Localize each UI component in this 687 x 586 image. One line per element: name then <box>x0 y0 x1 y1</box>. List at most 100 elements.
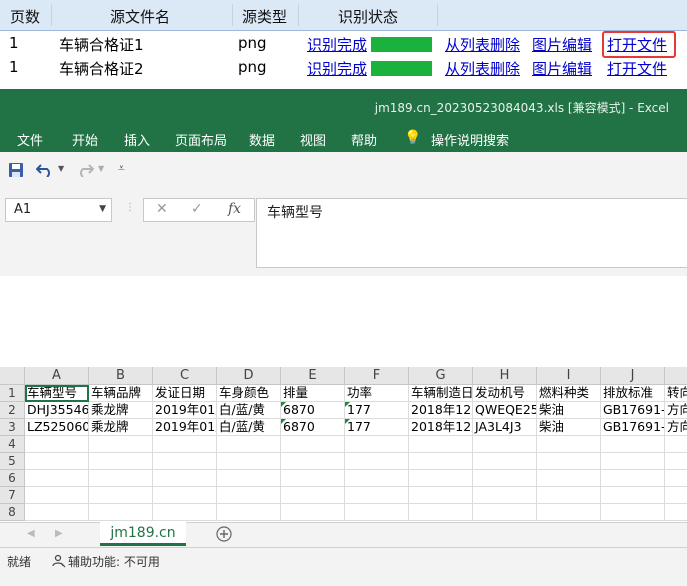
column-header[interactable]: B <box>89 367 153 385</box>
spreadsheet-cell[interactable] <box>473 504 537 521</box>
spreadsheet-cell[interactable]: 发证日期 <box>153 385 217 402</box>
redo-icon[interactable] <box>76 161 95 181</box>
spreadsheet-cell[interactable]: 乘龙牌 <box>89 419 153 436</box>
spreadsheet-cell[interactable]: 车辆制造日 <box>409 385 473 402</box>
spreadsheet-cell[interactable] <box>217 470 281 487</box>
spreadsheet-cell[interactable]: 177 <box>345 402 409 419</box>
status-accessibility[interactable]: 辅助功能: 不可用 <box>68 553 160 570</box>
spreadsheet-cell[interactable] <box>409 436 473 453</box>
spreadsheet-cell[interactable] <box>537 436 601 453</box>
row-header[interactable]: 2 <box>0 402 25 419</box>
spreadsheet-cell[interactable]: 乘龙牌 <box>89 402 153 419</box>
spreadsheet-cell[interactable]: LZ5250606 <box>25 419 89 436</box>
spreadsheet-cell[interactable]: 排放标准 <box>601 385 665 402</box>
enter-icon[interactable]: ✓ <box>191 201 203 217</box>
spreadsheet-cell[interactable]: 2019年01月 <box>153 402 217 419</box>
spreadsheet-cell[interactable] <box>89 436 153 453</box>
spreadsheet-cell[interactable]: 柴油 <box>537 402 601 419</box>
spreadsheet-cell[interactable]: 白/蓝/黄 <box>217 402 281 419</box>
tab-page-layout[interactable]: 页面布局 <box>175 130 227 149</box>
spreadsheet-cell[interactable] <box>409 470 473 487</box>
formula-input[interactable]: 车辆型号 <box>256 198 687 268</box>
spreadsheet-cell[interactable] <box>281 470 345 487</box>
row-header[interactable]: 8 <box>0 504 25 521</box>
sheet-tab[interactable]: jm189.cn <box>100 522 186 546</box>
column-header[interactable]: I <box>537 367 601 385</box>
cancel-icon[interactable]: ✕ <box>156 201 168 217</box>
column-header[interactable]: D <box>217 367 281 385</box>
row-header[interactable]: 4 <box>0 436 25 453</box>
spreadsheet-cell[interactable] <box>665 470 687 487</box>
chevron-down-icon[interactable]: ▼ <box>98 164 104 173</box>
spreadsheet-cell[interactable]: 转向形 <box>665 385 687 402</box>
row-header[interactable]: 6 <box>0 470 25 487</box>
add-sheet-icon[interactable] <box>216 526 232 546</box>
select-all-corner[interactable] <box>0 367 25 385</box>
remove-from-list-link[interactable]: 从列表删除 <box>445 34 520 55</box>
spreadsheet-cell[interactable]: 6870 <box>281 419 345 436</box>
row-header[interactable]: 3 <box>0 419 25 436</box>
spreadsheet-cell[interactable] <box>25 504 89 521</box>
tab-data[interactable]: 数据 <box>249 130 275 149</box>
spreadsheet-grid[interactable]: ABCDEFGHIJKL1车辆型号车辆品牌发证日期车身颜色排量功率车辆制造日发动… <box>0 367 687 522</box>
spreadsheet-cell[interactable]: 燃料种类 <box>537 385 601 402</box>
column-header[interactable]: H <box>473 367 537 385</box>
spreadsheet-cell[interactable] <box>409 453 473 470</box>
spreadsheet-cell[interactable]: 发动机号 <box>473 385 537 402</box>
spreadsheet-cell[interactable] <box>345 436 409 453</box>
spreadsheet-cell[interactable] <box>601 453 665 470</box>
spreadsheet-cell[interactable]: 2018年12月 <box>409 419 473 436</box>
spreadsheet-cell[interactable] <box>665 436 687 453</box>
tab-view[interactable]: 视图 <box>300 130 326 149</box>
spreadsheet-cell[interactable] <box>409 504 473 521</box>
spreadsheet-cell[interactable]: 2019年01月 <box>153 419 217 436</box>
column-header[interactable]: K <box>665 367 687 385</box>
row-header[interactable]: 5 <box>0 453 25 470</box>
spreadsheet-cell[interactable] <box>537 504 601 521</box>
spreadsheet-cell[interactable]: GB17691-2 <box>601 402 665 419</box>
spreadsheet-cell[interactable]: 柴油 <box>537 419 601 436</box>
undo-icon[interactable] <box>35 161 54 181</box>
column-header[interactable]: A <box>25 367 89 385</box>
row-header[interactable]: 1 <box>0 385 25 402</box>
spreadsheet-cell[interactable]: 车身颜色 <box>217 385 281 402</box>
function-icon[interactable]: fx <box>228 201 241 217</box>
accessibility-icon[interactable] <box>52 553 66 572</box>
spreadsheet-cell[interactable] <box>665 453 687 470</box>
spreadsheet-cell[interactable] <box>153 470 217 487</box>
tab-insert[interactable]: 插入 <box>124 130 150 149</box>
spreadsheet-cell[interactable] <box>601 504 665 521</box>
open-file-link[interactable]: 打开文件 <box>607 34 667 55</box>
spreadsheet-cell[interactable] <box>281 436 345 453</box>
spreadsheet-cell[interactable] <box>345 504 409 521</box>
tab-home[interactable]: 开始 <box>72 130 98 149</box>
spreadsheet-cell[interactable] <box>473 453 537 470</box>
spreadsheet-cell[interactable]: DHJ355460 <box>25 402 89 419</box>
column-header[interactable]: G <box>409 367 473 385</box>
column-header[interactable]: C <box>153 367 217 385</box>
spreadsheet-cell[interactable] <box>217 453 281 470</box>
tab-file[interactable]: 文件 <box>17 130 43 149</box>
spreadsheet-cell[interactable]: 车辆品牌 <box>89 385 153 402</box>
spreadsheet-cell[interactable] <box>89 453 153 470</box>
spreadsheet-cell[interactable] <box>217 436 281 453</box>
spreadsheet-cell[interactable]: 方向盘 <box>665 402 687 419</box>
spreadsheet-cell[interactable]: 排量 <box>281 385 345 402</box>
spreadsheet-cell[interactable]: JA3L4J3 <box>473 419 537 436</box>
spreadsheet-cell[interactable] <box>345 470 409 487</box>
spreadsheet-cell[interactable]: QWEQE25 <box>473 402 537 419</box>
chevron-left-icon[interactable]: ◀ <box>27 528 35 539</box>
spreadsheet-cell[interactable] <box>25 453 89 470</box>
spreadsheet-cell[interactable] <box>89 504 153 521</box>
spreadsheet-cell[interactable] <box>217 504 281 521</box>
spreadsheet-cell[interactable] <box>281 453 345 470</box>
image-edit-link[interactable]: 图片编辑 <box>532 58 592 79</box>
spreadsheet-cell[interactable] <box>601 436 665 453</box>
spreadsheet-cell[interactable]: 2018年12月 <box>409 402 473 419</box>
lightbulb-icon[interactable]: 💡 <box>404 130 421 146</box>
chevron-right-icon[interactable]: ▶ <box>55 528 63 539</box>
spreadsheet-cell[interactable]: 177 <box>345 419 409 436</box>
column-header[interactable]: E <box>281 367 345 385</box>
spreadsheet-cell[interactable] <box>473 436 537 453</box>
spreadsheet-cell[interactable] <box>537 453 601 470</box>
